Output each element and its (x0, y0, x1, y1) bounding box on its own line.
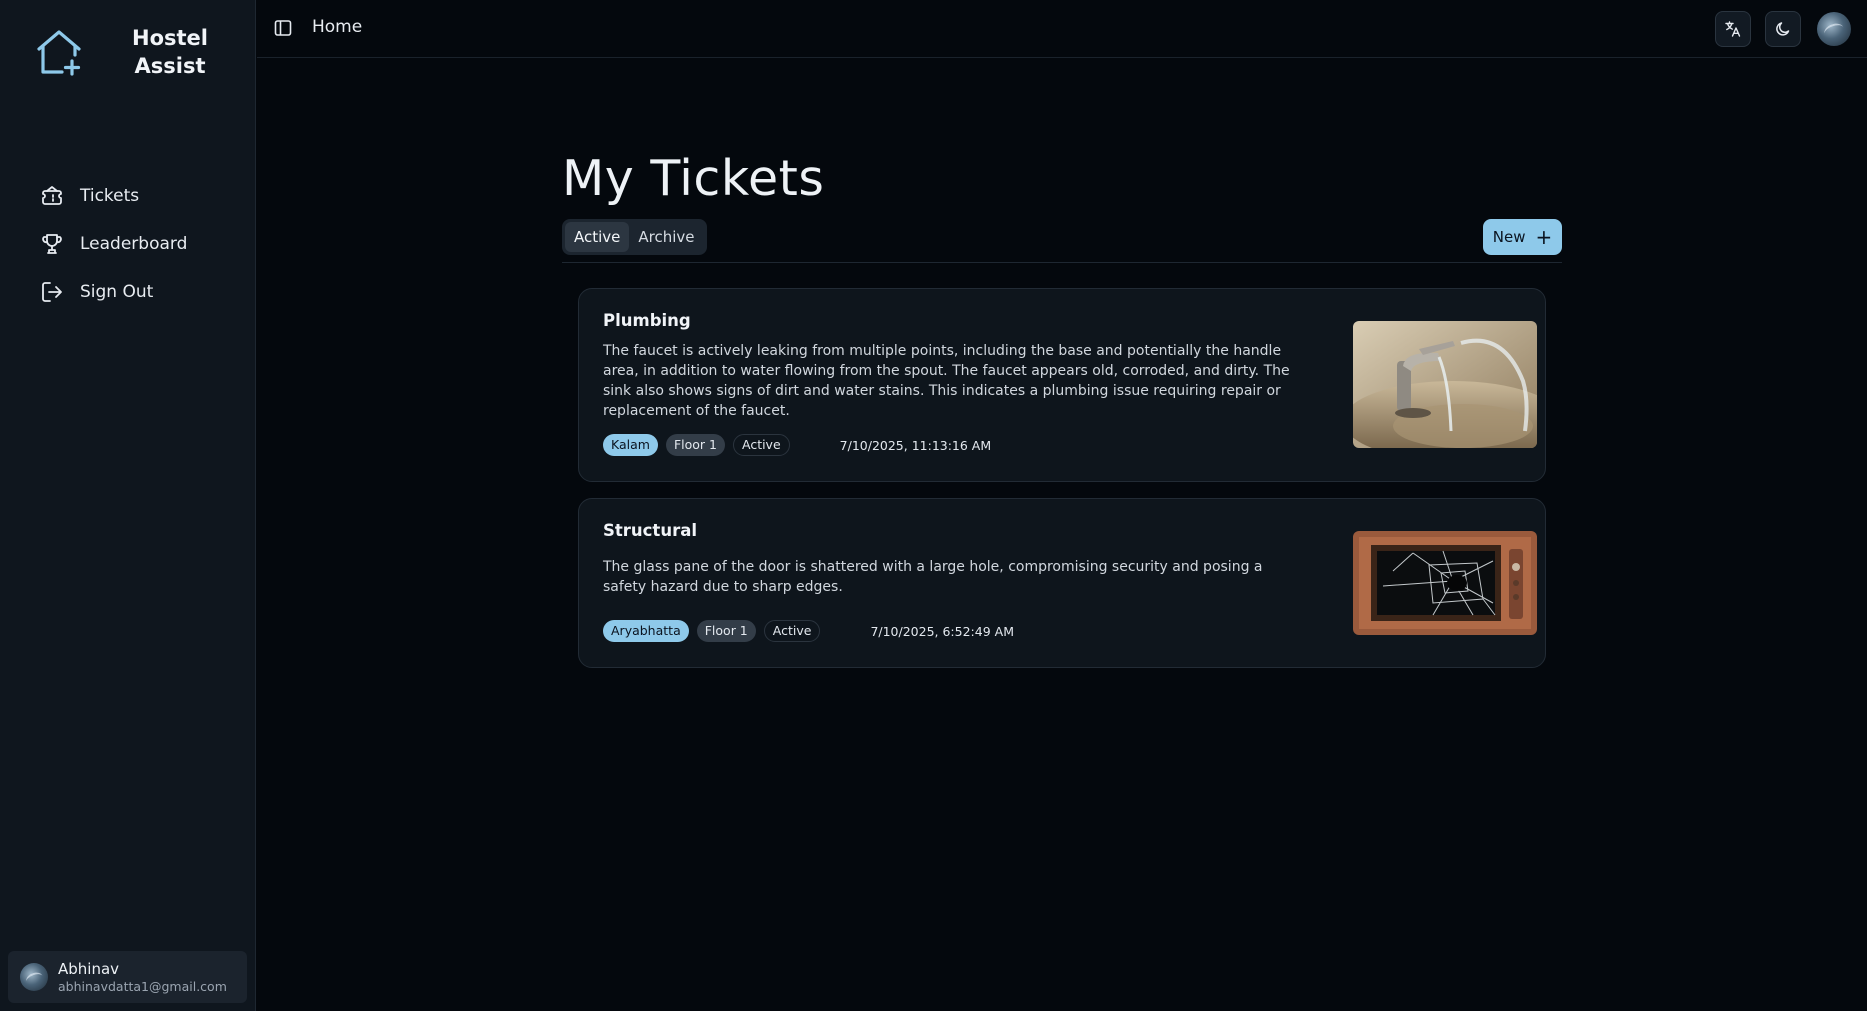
ticket-image-broken-door-glass[interactable] (1353, 531, 1537, 635)
top-header: Home (257, 0, 1867, 58)
app-name: Hostel Assist (132, 26, 208, 78)
ticket-title: Plumbing (603, 311, 691, 330)
status-badge: Active (763, 620, 821, 642)
ticket-tags: Kalam Floor 1 Active 7/10/2025, 11:13:16… (603, 434, 991, 456)
sidebar-item-leaderboard[interactable]: Leaderboard (38, 220, 187, 268)
ticket-card[interactable]: Plumbing The faucet is actively leaking … (578, 288, 1546, 482)
ticket-description: The glass pane of the door is shattered … (603, 559, 1263, 595)
brand[interactable]: Hostel Assist (34, 24, 210, 80)
ticket-timestamp: 7/10/2025, 6:52:49 AM (870, 623, 1014, 639)
sidebar-item-label: Tickets (80, 186, 140, 206)
sidebar-toggle-icon[interactable] (273, 18, 293, 38)
theme-toggle-button[interactable] (1765, 11, 1801, 47)
plus-icon: + (1535, 225, 1553, 249)
new-button-label: New (1492, 228, 1526, 246)
sign-out-icon (38, 278, 66, 306)
ticket-title: Structural (603, 521, 697, 540)
hostel-badge: Kalam (603, 434, 658, 456)
ticket-card[interactable]: Structural The glass pane of the door is… (578, 498, 1546, 668)
moon-icon (1776, 22, 1790, 36)
divider (562, 262, 1562, 263)
user-card[interactable]: Abhinav abhinavdatta1@gmail.com (8, 951, 247, 1003)
sidebar-item-sign-out[interactable]: Sign Out (38, 268, 187, 316)
home-plus-icon (37, 30, 81, 76)
tab-active[interactable]: Active (565, 222, 630, 252)
floor-badge: Floor 1 (696, 620, 756, 642)
sidebar-item-label: Sign Out (80, 282, 154, 302)
user-email: abhinavdatta1@gmail.com (58, 978, 227, 994)
ticket-description: The faucet is actively leaking from mult… (603, 343, 1290, 419)
sidebar-item-label: Leaderboard (80, 234, 188, 254)
trophy-icon (38, 230, 66, 258)
ticket-timestamp: 7/10/2025, 11:13:16 AM (839, 437, 992, 453)
ticket-tabs: Active Archive (562, 219, 707, 255)
status-badge: Active (732, 434, 790, 456)
user-name: Abhinav (58, 959, 120, 978)
avatar (20, 963, 48, 991)
breadcrumb[interactable]: Home (312, 17, 362, 37)
hostel-badge: Aryabhatta (603, 620, 689, 642)
avatar[interactable] (1817, 12, 1851, 46)
new-ticket-button[interactable]: New + (1483, 219, 1562, 255)
sidebar-nav: Tickets Leaderboard Sign Out (38, 172, 187, 316)
ticket-icon (38, 182, 66, 210)
page-title: My Tickets (562, 150, 825, 207)
tab-archive[interactable]: Archive (629, 222, 703, 252)
translate-button[interactable] (1715, 11, 1751, 47)
ticket-tags: Aryabhatta Floor 1 Active 7/10/2025, 6:5… (603, 620, 1014, 642)
sidebar-item-tickets[interactable]: Tickets (38, 172, 187, 220)
ticket-image-leaking-faucet[interactable] (1353, 321, 1537, 448)
translate-icon (1725, 21, 1741, 37)
sidebar: Hostel Assist Tickets Leaderboard Sign O… (0, 0, 256, 1011)
floor-badge: Floor 1 (665, 434, 725, 456)
